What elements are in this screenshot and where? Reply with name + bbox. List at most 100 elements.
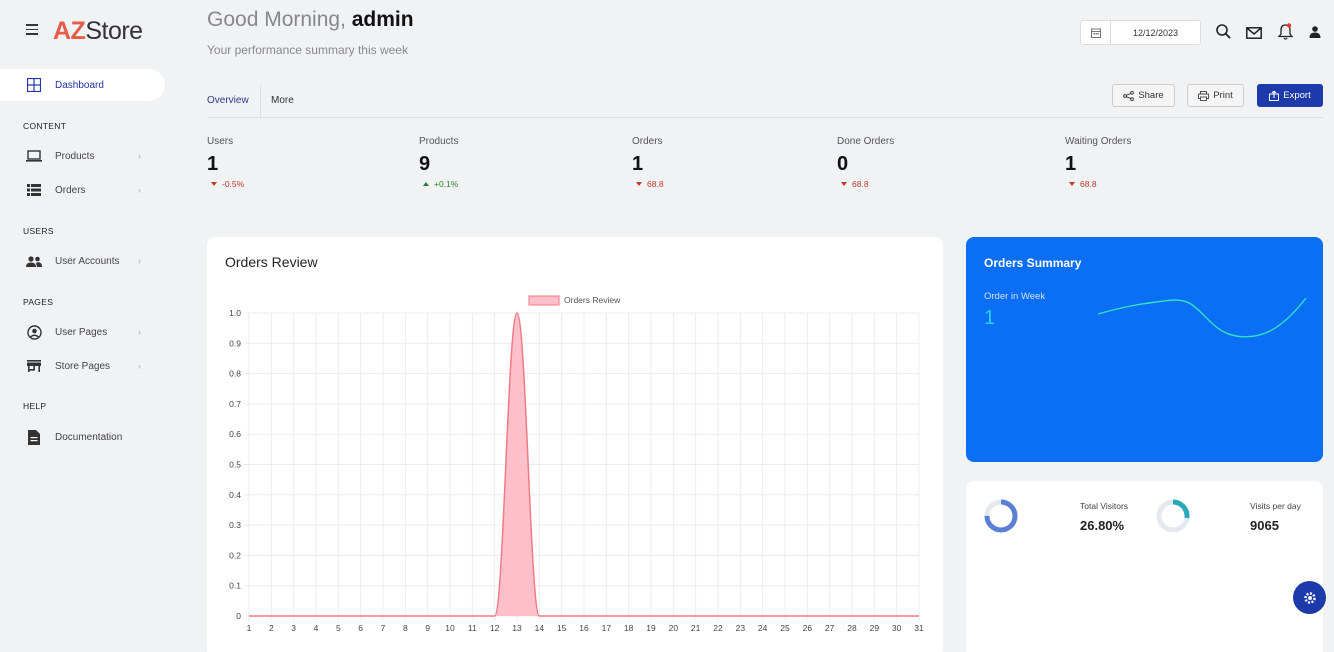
x-tick-label: 6 [358, 623, 363, 633]
stat-users: Users 1 -0.5% [207, 136, 244, 189]
sidebar-item-label: Orders [55, 184, 86, 196]
x-tick-label: 3 [291, 623, 296, 633]
y-tick-label: 0.5 [229, 460, 241, 470]
stat-value: 1 [207, 153, 219, 175]
search-icon[interactable] [1214, 22, 1232, 40]
laptop-icon [26, 148, 42, 164]
sparkline [1097, 297, 1307, 338]
stat-label: Waiting Orders [1065, 136, 1132, 147]
x-tick-label: 31 [914, 623, 924, 633]
arrow-down-icon [841, 182, 847, 186]
x-tick-label: 10 [445, 623, 455, 633]
x-tick-label: 18 [624, 623, 634, 633]
y-tick-label: 0.1 [229, 581, 241, 591]
sidebar-item-dashboard[interactable]: Dashboard [26, 75, 141, 95]
x-tick-label: 25 [780, 623, 790, 633]
x-tick-label: 12 [490, 623, 500, 633]
gear-icon [1303, 591, 1316, 604]
section-label-pages: PAGES [23, 297, 54, 307]
printer-icon [1198, 90, 1210, 101]
hamburger-menu-icon[interactable] [26, 24, 38, 36]
settings-fab[interactable] [1293, 581, 1326, 614]
x-tick-label: 23 [736, 623, 746, 633]
arrow-up-icon [423, 182, 429, 186]
user-name: admin [351, 8, 414, 31]
legend-label: Orders Review [564, 295, 621, 305]
x-tick-label: 29 [870, 623, 880, 633]
store-icon [26, 358, 42, 374]
sidebar-item-user-pages[interactable]: User Pages › [26, 322, 141, 342]
x-tick-label: 28 [847, 623, 857, 633]
share-icon [1123, 90, 1135, 101]
stat-products: Products 9 +0.1% [419, 136, 458, 189]
mail-icon[interactable] [1245, 24, 1263, 42]
notification-bell-icon[interactable] [1276, 22, 1294, 40]
stat-value: 0 [837, 153, 849, 175]
arrow-down-icon [636, 182, 642, 186]
stat-change: -0.5% [207, 179, 244, 189]
share-button[interactable]: Share [1112, 84, 1175, 107]
total-visitors-label: Total Visitors [1080, 501, 1129, 511]
print-button[interactable]: Print [1187, 84, 1244, 107]
sidebar-item-products[interactable]: Products › [26, 146, 141, 166]
date-value[interactable]: 12/12/2023 [1111, 28, 1200, 38]
chevron-right-icon: › [138, 361, 141, 371]
x-tick-label: 24 [758, 623, 768, 633]
stat-label: Users [207, 136, 234, 147]
orders-summary-card: Orders Summary Order in Week 1 [966, 237, 1323, 462]
total-visitors-value: 26.80% [1080, 518, 1125, 533]
y-tick-label: 0.4 [229, 490, 241, 500]
stat-label: Done Orders [837, 136, 895, 147]
stat-orders: Orders 1 68.8 [632, 136, 664, 189]
y-tick-label: 1.0 [229, 308, 241, 318]
page-title: Good Morning, admin [207, 8, 414, 31]
stat-value: 9 [419, 153, 431, 175]
tab-more[interactable]: More [271, 85, 294, 118]
sidebar-item-label: Dashboard [55, 79, 104, 91]
x-tick-label: 26 [803, 623, 813, 633]
tab-bar: Overview More Share Print Export [207, 84, 1323, 118]
sidebar-item-label: User Accounts [55, 255, 120, 267]
y-tick-label: 0.8 [229, 369, 241, 379]
page-subtitle: Your performance summary this week [207, 43, 408, 57]
logo[interactable]: AZStore [53, 17, 143, 46]
x-tick-label: 11 [468, 623, 477, 633]
sidebar-item-orders[interactable]: Orders › [26, 180, 141, 200]
x-tick-label: 1 [247, 623, 252, 633]
chevron-right-icon: › [138, 327, 141, 337]
date-picker[interactable]: 12/12/2023 [1080, 20, 1201, 45]
y-tick-label: 0 [236, 611, 241, 621]
visitors-card: Total Visitors 26.80% Visits per day 906… [966, 481, 1323, 652]
section-label-content: CONTENT [23, 121, 67, 131]
export-button[interactable]: Export [1257, 84, 1323, 107]
chevron-right-icon: › [138, 185, 141, 195]
export-icon [1269, 90, 1280, 101]
sidebar-item-user-accounts[interactable]: User Accounts › [26, 251, 141, 271]
stat-change: 68.8 [1065, 179, 1131, 189]
sidebar-item-label: Documentation [55, 431, 123, 443]
card-title: Orders Summary [984, 256, 1082, 270]
chevron-right-icon: › [138, 256, 141, 266]
sidebar-item-store-pages[interactable]: Store Pages › [26, 356, 141, 376]
x-tick-label: 20 [669, 623, 679, 633]
x-tick-label: 2 [269, 623, 274, 633]
order-in-week-value: 1 [984, 307, 996, 329]
account-circle-icon [26, 324, 42, 340]
arrow-down-icon [1069, 182, 1075, 186]
stat-label: Orders [632, 136, 663, 147]
x-tick-label: 30 [892, 623, 902, 633]
section-label-users: USERS [23, 226, 54, 236]
sidebar-item-documentation[interactable]: Documentation [26, 427, 141, 447]
tab-overview[interactable]: Overview [207, 85, 261, 118]
y-tick-label: 0.2 [229, 550, 241, 560]
grid-icon [26, 77, 42, 93]
y-tick-label: 0.3 [229, 520, 241, 530]
user-avatar-icon[interactable] [1306, 22, 1324, 40]
y-tick-label: 0.6 [229, 429, 241, 439]
orders-review-card: Orders Review 0 0.1 0.2 0.3 0.4 0.5 0.6 0.7 0.8 0… [207, 237, 943, 652]
sidebar-item-label: User Pages [55, 326, 108, 338]
calendar-icon[interactable] [1081, 21, 1111, 44]
stat-change: 68.8 [837, 179, 894, 189]
x-tick-label: 22 [713, 623, 723, 633]
orders-review-chart[interactable]: 00.10.20.30.40.50.60.70.80.91.01 2 3 4 5 6 7 8 9… [207, 237, 943, 652]
